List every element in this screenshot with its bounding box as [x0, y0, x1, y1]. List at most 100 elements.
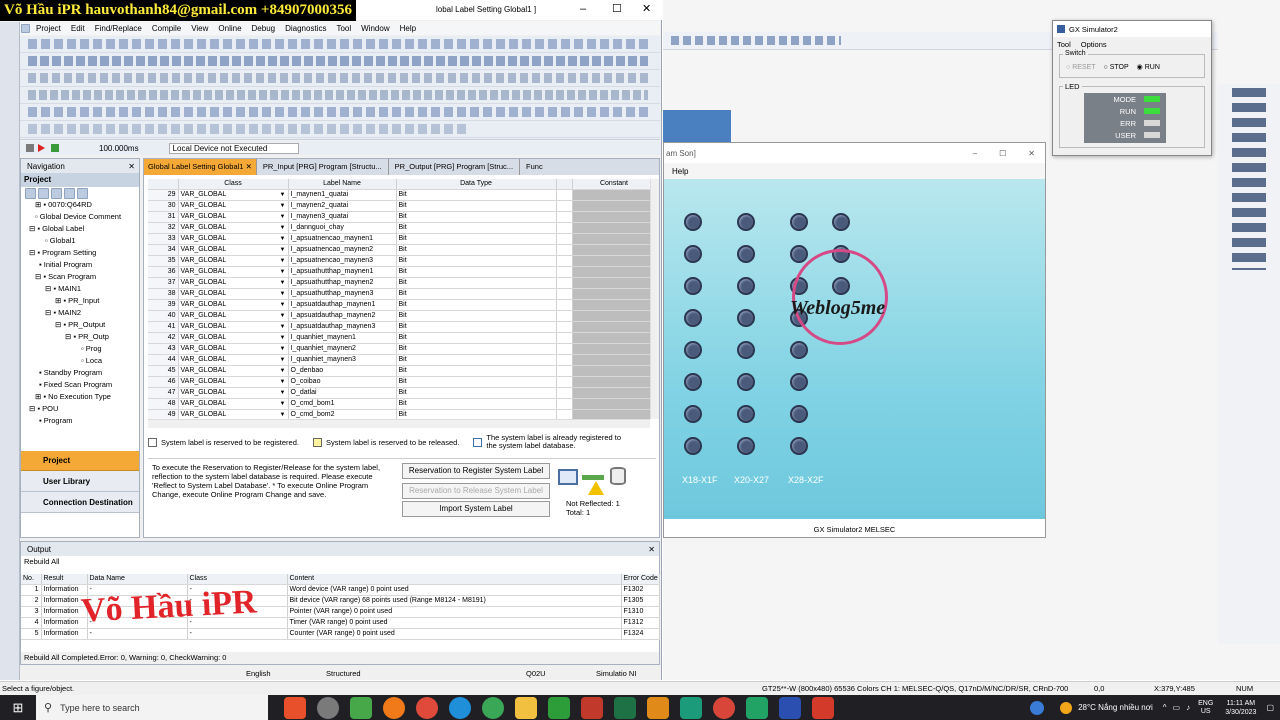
constant-cell[interactable] [572, 310, 657, 323]
class-cell[interactable]: VAR_GLOBAL ▼ [178, 343, 289, 356]
chevron-down-icon[interactable]: ▼ [280, 399, 286, 409]
settings-icon[interactable] [317, 696, 339, 719]
app-green-icon[interactable] [350, 696, 372, 719]
pane-connection-destination[interactable]: Connection Destination [21, 492, 139, 513]
output-close-icon[interactable]: ✕ [648, 545, 655, 554]
row-number[interactable]: 39 [148, 299, 179, 312]
class-cell[interactable]: VAR_GLOBAL ▼ [178, 222, 289, 235]
data-type-cell[interactable]: Bit [396, 365, 557, 378]
table-row[interactable]: 34 VAR_GLOBAL ▼ I_apsuatnencao_maynen2 Bit [148, 244, 657, 257]
label-name-cell[interactable]: I_apsuathutthap_maynen1 [288, 266, 397, 279]
chevron-down-icon[interactable]: ▼ [280, 234, 286, 244]
label-name-cell[interactable]: I_quanhiet_maynen1 [288, 332, 397, 345]
tree-item[interactable]: ⊞ ▪ 0070:Q64RD [25, 199, 139, 211]
row-number[interactable]: 44 [148, 354, 179, 367]
row-number[interactable]: 30 [148, 200, 179, 213]
menu-online[interactable]: Online [218, 24, 241, 33]
class-cell[interactable]: VAR_GLOBAL ▼ [178, 266, 289, 279]
label-name-cell[interactable]: O_datlai [288, 387, 397, 400]
output-row[interactable]: 5 Information - - Counter (VAR range) 0 poin… [21, 628, 660, 641]
firefox-icon[interactable] [383, 696, 405, 719]
dots-cell[interactable] [556, 376, 573, 389]
dots-cell[interactable] [556, 409, 573, 419]
nav-tool-icon[interactable] [64, 187, 75, 199]
row-number[interactable]: 33 [148, 233, 179, 246]
chevron-down-icon[interactable]: ▼ [280, 410, 286, 419]
label-name-cell[interactable]: I_apsuathutthap_maynen3 [288, 288, 397, 301]
toolbar-icons-5[interactable] [28, 107, 648, 117]
brave-browser-icon[interactable] [284, 696, 306, 719]
table-row[interactable]: 46 VAR_GLOBAL ▼ O_coibao Bit [148, 376, 657, 389]
dots-cell[interactable] [556, 299, 573, 312]
app-red-icon[interactable] [812, 696, 834, 719]
dots-cell[interactable] [556, 310, 573, 323]
data-type-cell[interactable]: Bit [396, 222, 557, 235]
tree-item[interactable]: ⊟ ▪ PR_Outp [25, 331, 139, 343]
nav-tool-icon[interactable] [51, 187, 62, 199]
menu-compile[interactable]: Compile [152, 24, 181, 33]
class-cell[interactable]: VAR_GLOBAL ▼ [178, 321, 289, 334]
table-row[interactable]: 48 VAR_GLOBAL ▼ O_cmd_bom1 Bit [148, 398, 657, 411]
camtasia-icon[interactable] [548, 696, 570, 719]
class-cell[interactable]: VAR_GLOBAL ▼ [178, 288, 289, 301]
data-type-cell[interactable]: Bit [396, 387, 557, 400]
release-system-label-button[interactable]: Reservation to Release System Label [402, 483, 550, 499]
table-row[interactable]: 43 VAR_GLOBAL ▼ I_quanhiet_maynen2 Bit [148, 343, 657, 356]
menu-diagnostics[interactable]: Diagnostics [285, 24, 326, 33]
label-name-cell[interactable]: O_coibao [288, 376, 397, 389]
chevron-down-icon[interactable]: ▼ [280, 377, 286, 387]
chevron-down-icon[interactable]: ▼ [280, 190, 286, 200]
data-type-cell[interactable]: Bit [396, 321, 557, 334]
data-type-cell[interactable]: Bit [396, 310, 557, 323]
data-type-cell[interactable]: Bit [396, 266, 557, 279]
toolbar-icons-1[interactable] [28, 39, 648, 49]
table-row[interactable]: 40 VAR_GLOBAL ▼ I_apsuatdauthap_maynen2 Bit [148, 310, 657, 323]
constant-cell[interactable] [572, 354, 657, 367]
pane-project[interactable]: Project [21, 451, 139, 471]
pause-icon[interactable] [51, 144, 59, 152]
dots-cell[interactable] [556, 200, 573, 213]
constant-cell[interactable] [572, 200, 657, 213]
row-number[interactable]: 45 [148, 365, 179, 378]
table-row[interactable]: 32 VAR_GLOBAL ▼ I_dannguoi_chay Bit [148, 222, 657, 235]
tab-pr-output[interactable]: PR_Output [PRG] Program [Struc... [389, 159, 521, 175]
label-name-cell[interactable]: I_apsuathutthap_maynen2 [288, 277, 397, 290]
class-cell[interactable]: VAR_GLOBAL ▼ [178, 244, 289, 257]
nav-close-icon[interactable]: ✕ [128, 162, 135, 171]
dots-cell[interactable] [556, 398, 573, 411]
class-cell[interactable]: VAR_GLOBAL ▼ [178, 354, 289, 367]
data-type-cell[interactable]: Bit [396, 200, 557, 213]
constant-cell[interactable] [572, 189, 657, 202]
chevron-down-icon[interactable]: ▼ [280, 201, 286, 211]
menu-help[interactable]: Help [400, 24, 416, 33]
label-name-cell[interactable]: I_apsuatnencao_maynen3 [288, 255, 397, 268]
data-type-cell[interactable]: Bit [396, 244, 557, 257]
constant-cell[interactable] [572, 409, 657, 419]
dots-cell[interactable] [556, 343, 573, 356]
notification-icon[interactable]: ▢ [1266, 703, 1274, 712]
table-row[interactable]: 36 VAR_GLOBAL ▼ I_apsuathutthap_maynen1 Bit [148, 266, 657, 279]
chevron-down-icon[interactable]: ▼ [280, 344, 286, 354]
dots-cell[interactable] [556, 233, 573, 246]
dots-cell[interactable] [556, 332, 573, 345]
chevron-down-icon[interactable]: ▼ [280, 267, 286, 277]
label-name-cell[interactable]: I_quanhiet_maynen3 [288, 354, 397, 367]
label-name-cell[interactable]: I_apsuatdauthap_maynen2 [288, 310, 397, 323]
run-icon[interactable] [38, 144, 45, 152]
switch-reset[interactable]: ○ RESET [1066, 64, 1096, 71]
row-number[interactable]: 47 [148, 387, 179, 400]
chrome-icon-2[interactable] [482, 696, 504, 719]
tree-item[interactable]: ⊟ ▪ PR_Output [25, 319, 139, 331]
tree-item[interactable]: ▪ Standby Program [25, 367, 139, 379]
chevron-down-icon[interactable]: ▼ [280, 278, 286, 288]
sim-menu-tool[interactable]: Tool [1057, 40, 1071, 49]
class-cell[interactable]: VAR_GLOBAL ▼ [178, 409, 289, 419]
class-cell[interactable]: VAR_GLOBAL ▼ [178, 211, 289, 224]
tree-item[interactable]: ▫ Global1 [25, 235, 139, 247]
row-number[interactable]: 35 [148, 255, 179, 268]
dots-cell[interactable] [556, 321, 573, 334]
chevron-down-icon[interactable]: ▼ [280, 333, 286, 343]
constant-cell[interactable] [572, 233, 657, 246]
toolbar-icons-3[interactable] [28, 73, 648, 83]
tree-item[interactable]: ⊞ ▪ No Execution Type [25, 391, 139, 403]
